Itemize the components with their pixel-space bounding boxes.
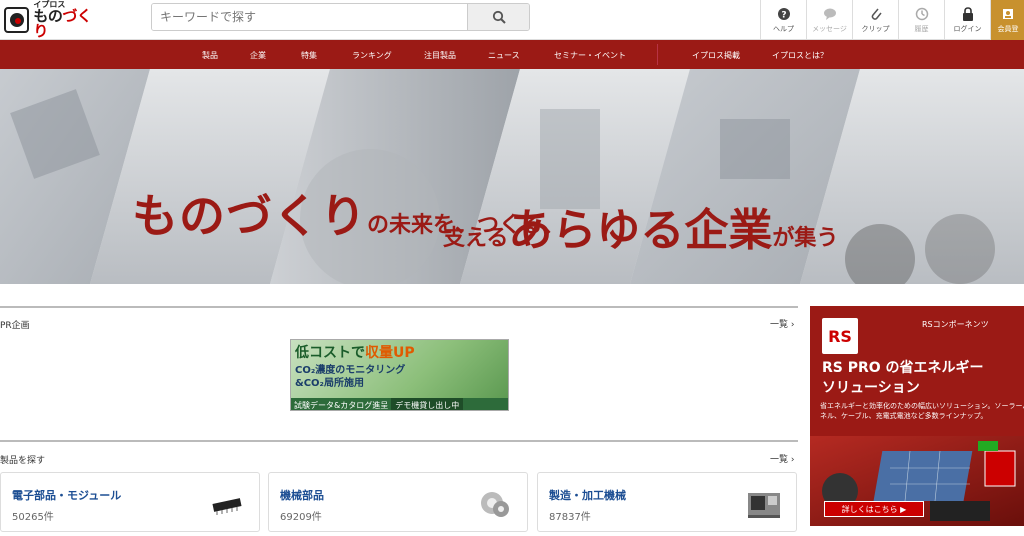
chevron-right-icon: › (790, 320, 795, 330)
nav-help-label: ヘルプ (773, 24, 794, 33)
nav-link-about[interactable]: イプロスとは？ (772, 50, 828, 61)
ic-chip-icon (212, 498, 242, 515)
nav-link-news[interactable]: ニュース (488, 50, 520, 61)
category-name: 電子部品・モジュール (12, 489, 122, 502)
pr-more-link[interactable]: 一覧 › (770, 317, 795, 330)
ad-description: 省エネルギーと効率化のための幅広いソリューション。ソーラーパネル、ケーブル、充電… (820, 402, 1024, 420)
rs-pro-ad[interactable]: RS RSコンポーネンツ RS PRO の省エネルギー ソリューション 省エネル… (810, 306, 1024, 526)
pr-banner-subtitle: CO₂濃度のモニタリング &CO₂局所施用 (295, 364, 405, 390)
hero-headline-line2: 支えるあらゆる企業が集う (443, 194, 838, 258)
pr-banner[interactable]: 低コストで収量UP CO₂濃度のモニタリング &CO₂局所施用 試験データ&カタロ… (290, 339, 509, 411)
help-icon: ? (777, 7, 791, 21)
chevron-right-icon: › (790, 455, 795, 465)
category-card-mechanical[interactable]: 機械部品 69209件 (268, 472, 528, 532)
category-name: 機械部品 (280, 489, 324, 502)
pr-banner-pill1: 試験データ&カタログ進呈 (294, 401, 389, 410)
site-header: イプロス ものづくり ? ヘルプ メッセージ クリップ 履歴 ログイン (0, 0, 1024, 40)
pr-more-text: 一覧 (770, 320, 789, 330)
category-count: 87837件 (549, 512, 591, 523)
clip-icon (869, 7, 883, 21)
pr-banner-pill2: デモ機貸し出し中 (391, 398, 464, 410)
search-button[interactable] (467, 4, 529, 30)
hero-banner: ものづくりの未来を、つくる、 支えるあらゆる企業が集う (0, 69, 1024, 284)
message-icon (823, 7, 837, 21)
nav-link-companies[interactable]: 企業 (250, 50, 266, 61)
products-section-label: 製品を探す (0, 456, 46, 466)
nav-member[interactable]: 会員登 (990, 0, 1024, 40)
hero-line2-small-b: が集う (772, 226, 839, 251)
category-count: 50265件 (12, 512, 54, 523)
category-name: 製造・加工機械 (549, 489, 626, 502)
pr-banner-title: 低コストで収量UP (295, 342, 415, 362)
pr-banner-sub2: &CO₂局所施用 (295, 378, 364, 389)
main-nav-bar: 製品 企業 特集 ランキング 注目製品 ニュース セミナー・イベント イプロス掲… (0, 40, 1024, 69)
category-card-electronics[interactable]: 電子部品・モジュール 50265件 (0, 472, 260, 532)
products-section-divider (0, 440, 798, 442)
logo-mark-icon (4, 7, 30, 33)
lock-icon (961, 6, 975, 21)
category-count: 69209件 (280, 512, 322, 523)
hero-line1-big: ものづくり (132, 189, 367, 243)
pr-banner-title-a: 低コストで (295, 345, 365, 361)
nav-link-featured[interactable]: 注目製品 (424, 50, 456, 61)
machine-icon (748, 493, 780, 518)
nav-login[interactable]: ログイン (944, 0, 990, 40)
nav-login-label: ログイン (953, 24, 982, 33)
logo-text: イプロス ものづくり (33, 1, 104, 39)
rs-logo: RS (822, 318, 858, 354)
logo-main-text: ものづくり (33, 9, 104, 39)
pr-section-divider (0, 306, 798, 308)
ad-company: RSコンポーネンツ (922, 320, 989, 329)
top-nav: ? ヘルプ メッセージ クリップ 履歴 ログイン 会員登 (760, 0, 1024, 40)
ad-cta-button[interactable]: 詳しくはこちら ▶ (824, 501, 924, 517)
nav-member-label: 会員登 (997, 24, 1019, 33)
nav-clip-label: クリップ (861, 24, 890, 33)
member-icon (1001, 7, 1015, 21)
hero-line2-big: あらゆる企業 (508, 205, 773, 256)
ad-headline-2: ソリューション (822, 380, 920, 396)
bearing-icon (481, 492, 509, 517)
svg-text:?: ? (781, 10, 786, 20)
pr-banner-footer: 試験データ&カタログ進呈 デモ機貸し出し中 (291, 398, 508, 410)
nav-message-label: メッセージ (812, 24, 847, 33)
ad-headline-1: RS PRO の省エネルギー (822, 360, 984, 376)
nav-link-features[interactable]: 特集 (301, 50, 317, 61)
history-icon (915, 7, 929, 21)
pr-banner-title-b: 収量UP (365, 345, 415, 361)
site-logo[interactable]: イプロス ものづくり (4, 1, 104, 39)
nav-link-seminars[interactable]: セミナー・イベント (554, 50, 626, 61)
nav-clip[interactable]: クリップ (852, 0, 898, 40)
nav-link-ranking[interactable]: ランキング (352, 50, 392, 61)
search-icon (492, 10, 506, 24)
pr-banner-sub1: CO₂濃度のモニタリング (295, 365, 406, 376)
nav-history[interactable]: 履歴 (898, 0, 944, 40)
products-more-link[interactable]: 一覧 › (770, 452, 795, 465)
nav-link-products[interactable]: 製品 (202, 50, 218, 61)
nav-help[interactable]: ? ヘルプ (760, 0, 806, 40)
nav-separator (657, 44, 658, 65)
search-bar (151, 3, 530, 31)
nav-message[interactable]: メッセージ (806, 0, 852, 40)
nav-link-listing[interactable]: イプロス掲載 (692, 50, 740, 61)
products-more-text: 一覧 (770, 455, 789, 465)
pr-section-label: PR企画 (0, 321, 30, 331)
hero-line2-small-a: 支える (443, 226, 509, 251)
search-input[interactable] (152, 4, 467, 30)
category-card-machinery[interactable]: 製造・加工機械 87837件 (537, 472, 797, 532)
nav-history-label: 履歴 (914, 24, 929, 33)
